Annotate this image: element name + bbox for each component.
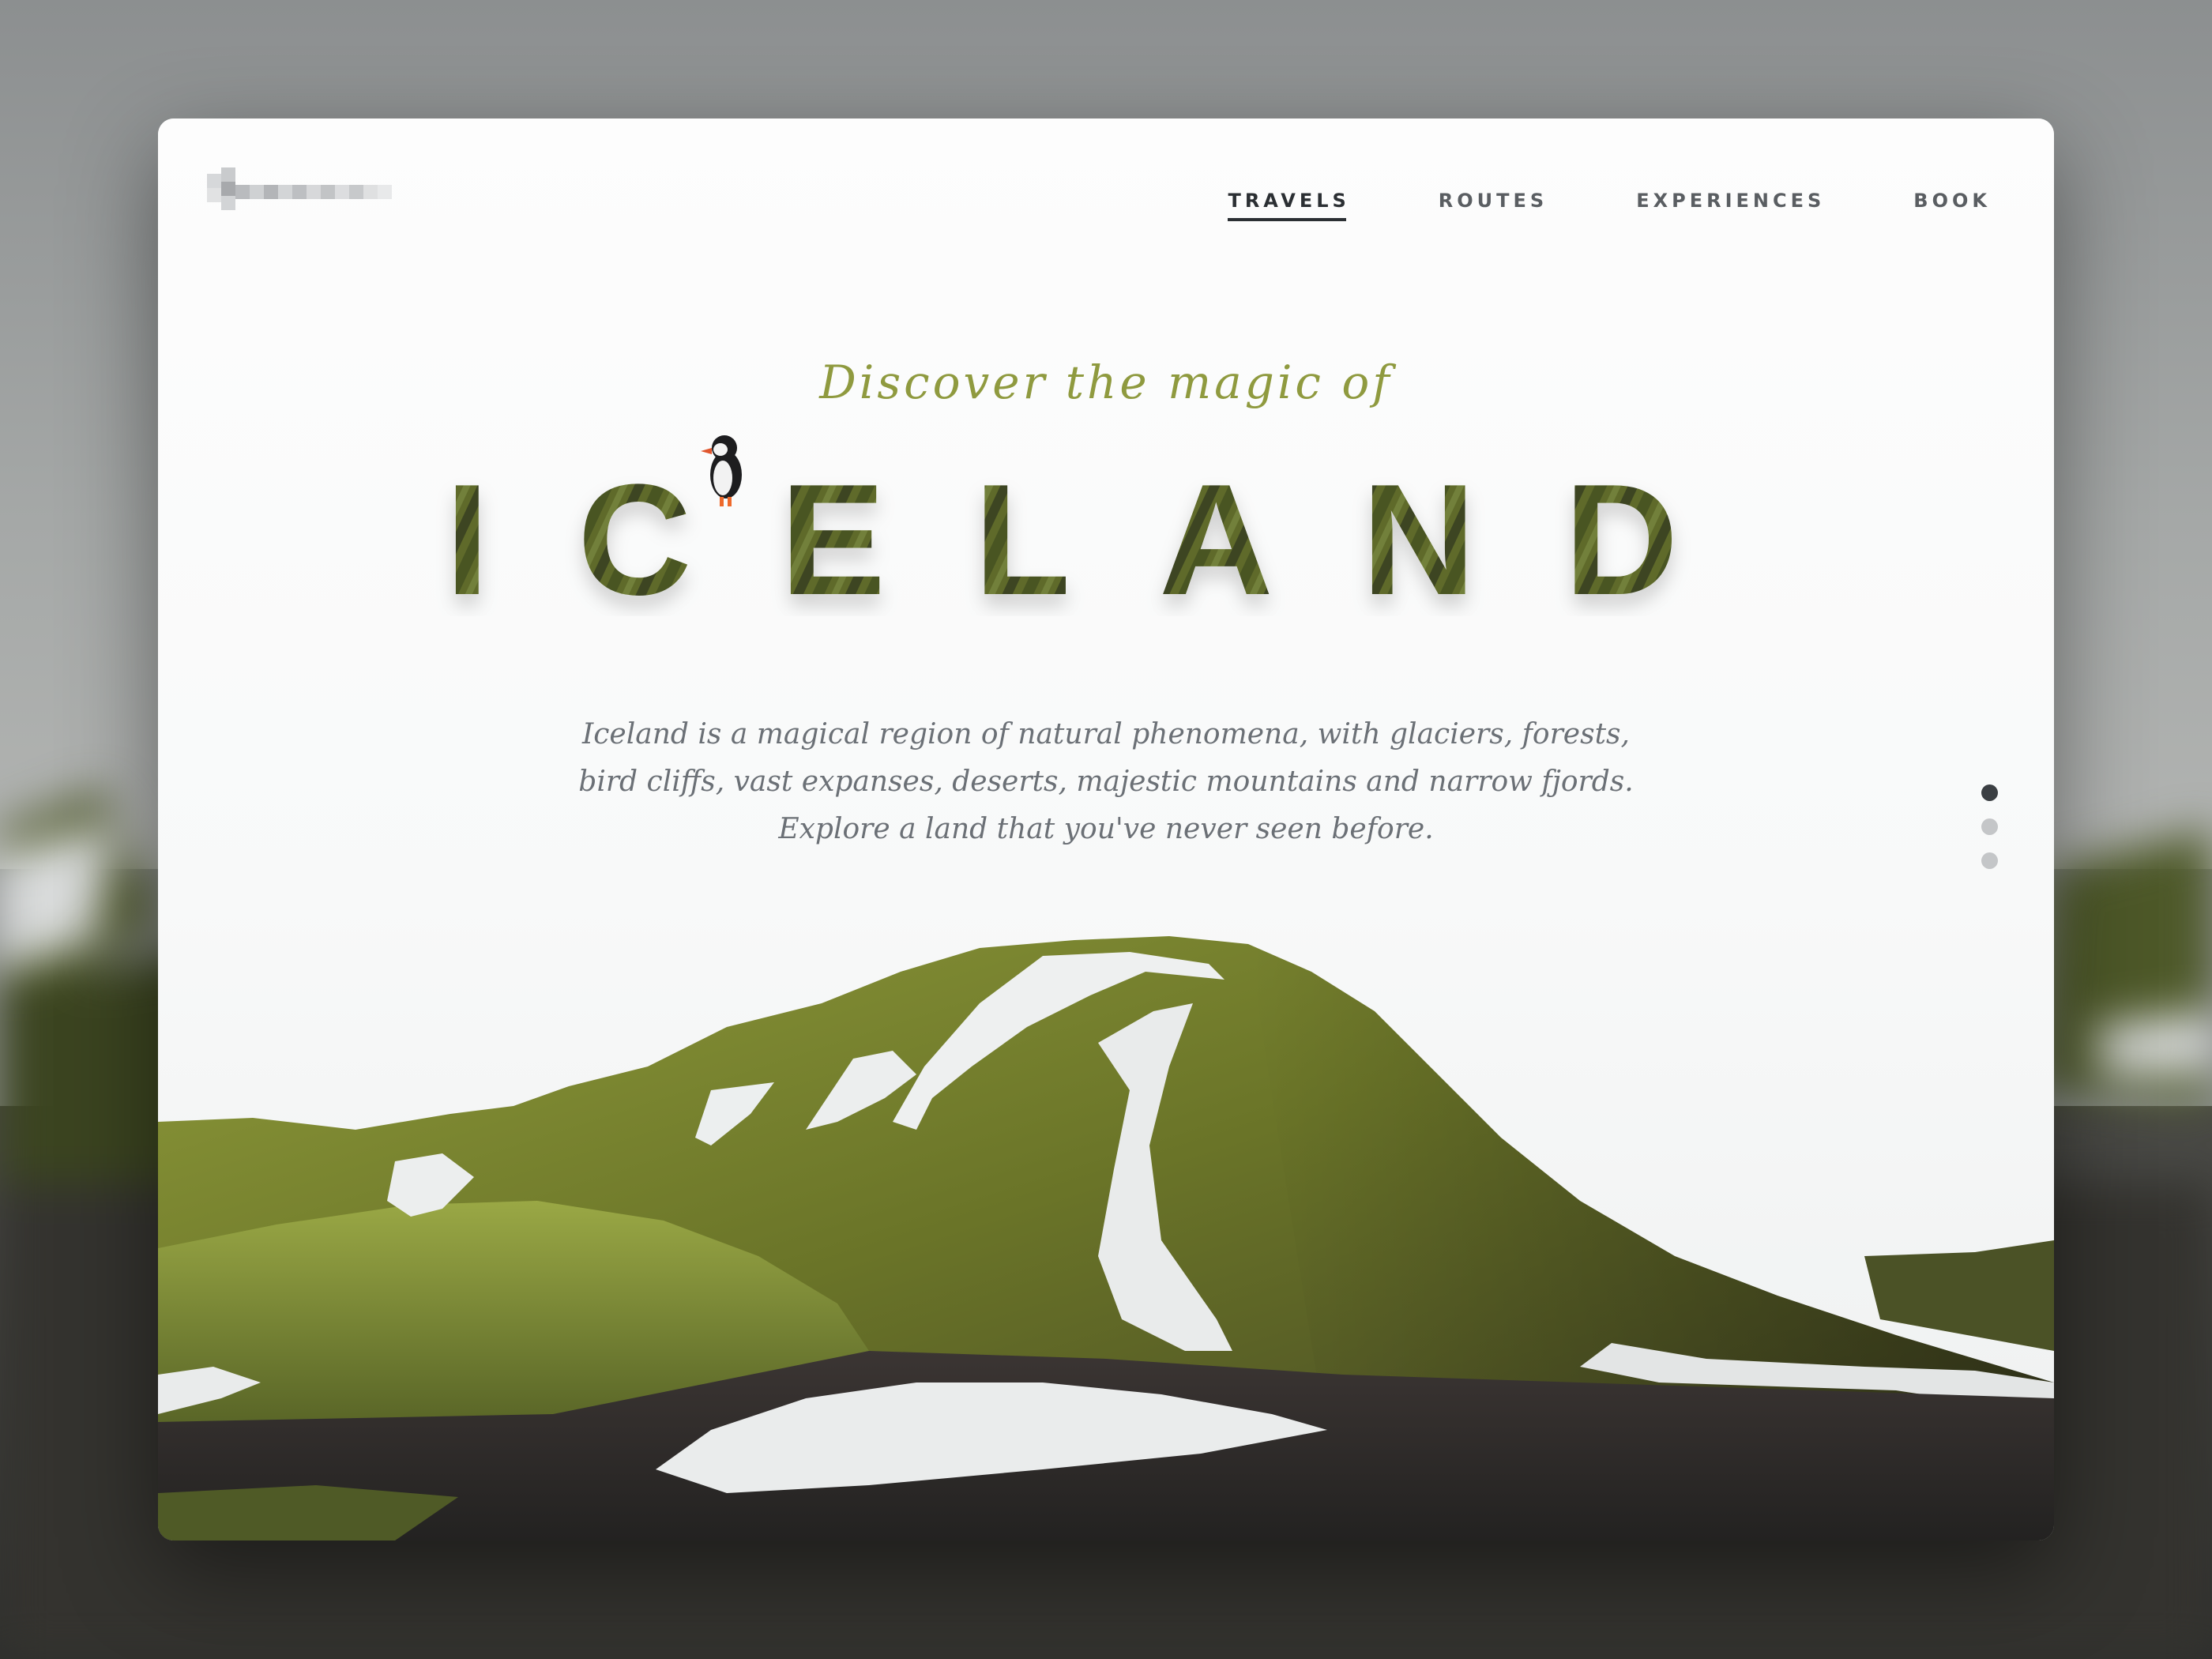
browser-window: TRAVELS ROUTES EXPERIENCES BOOK Discover… [158, 118, 2054, 1540]
hero-kicker: Discover the magic of [819, 356, 1393, 409]
hero-description: Iceland is a magical region of natural p… [553, 711, 1659, 853]
slide-dot-2[interactable] [1981, 818, 1998, 835]
slide-dot-3[interactable] [1981, 852, 1998, 869]
hero-title-text: ICELAND [446, 452, 1767, 616]
nav-experiences[interactable]: EXPERIENCES [1636, 190, 1825, 221]
logo[interactable] [207, 167, 397, 223]
nav-book[interactable]: BOOK [1913, 190, 1991, 221]
hero-description-line: Explore a land that you've never seen be… [778, 813, 1434, 845]
puffin-bird-image [701, 435, 742, 506]
slide-pagination [1981, 784, 1998, 869]
hero-title: ICELAND [446, 452, 1767, 616]
nav-travels[interactable]: TRAVELS [1228, 190, 1349, 221]
main-nav: TRAVELS ROUTES EXPERIENCES BOOK [1228, 190, 1991, 221]
hero-description-line: bird cliffs, vast expanses, deserts, maj… [578, 766, 1634, 798]
hero-description-line: Iceland is a magical region of natural p… [582, 718, 1630, 750]
slide-dot-1[interactable] [1981, 784, 1998, 801]
nav-routes[interactable]: ROUTES [1439, 190, 1548, 221]
